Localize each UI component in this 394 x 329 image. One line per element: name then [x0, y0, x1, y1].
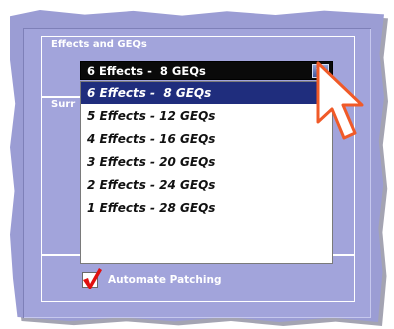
option-1-effects[interactable]: 1 Effects - 28 GEQs — [81, 197, 332, 219]
screenshot-stage: Effects and GEQs Surr 6 Effects - 8 GEQs… — [0, 0, 394, 329]
select-current-value: 6 Effects - 8 GEQs — [87, 64, 206, 78]
option-3-effects[interactable]: 3 Effects - 20 GEQs — [81, 151, 332, 173]
option-5-effects[interactable]: 5 Effects - 12 GEQs — [81, 105, 332, 127]
surround-group-label: Surr — [51, 99, 76, 110]
effects-geq-select[interactable]: 6 Effects - 8 GEQs — [80, 61, 333, 80]
effects-group-label: Effects and GEQs — [51, 39, 147, 50]
option-4-effects[interactable]: 4 Effects - 16 GEQs — [81, 128, 332, 150]
checkmark-icon — [83, 268, 102, 289]
effects-geq-options-list[interactable]: 6 Effects - 8 GEQs 5 Effects - 12 GEQs 4… — [80, 81, 333, 264]
option-2-effects[interactable]: 2 Effects - 24 GEQs — [81, 174, 332, 196]
automate-patching-label: Automate Patching — [108, 274, 222, 286]
pointer-cursor-icon — [316, 61, 364, 140]
automate-patching-checkbox[interactable] — [82, 268, 102, 289]
option-6-effects[interactable]: 6 Effects - 8 GEQs — [81, 82, 332, 104]
